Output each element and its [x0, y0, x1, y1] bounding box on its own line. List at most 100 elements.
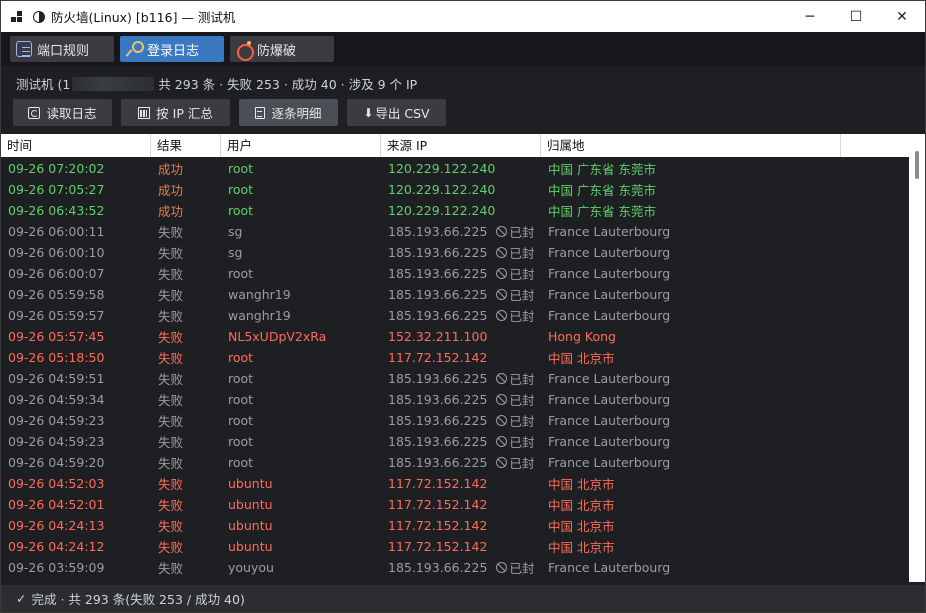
cell-time: 09-26 04:52:01 — [8, 497, 105, 512]
read-log-button[interactable]: 读取日志 — [13, 99, 112, 126]
banned-badge: 已封 — [496, 369, 534, 388]
cell-result: 失败 — [158, 267, 184, 282]
table-row[interactable]: 09-26 05:59:57 失败 wanghr19 185.193.66.225 已封… — [1, 305, 909, 326]
cell-source-ip: 117.72.152.142 — [381, 350, 541, 365]
table-row[interactable]: 09-26 06:00:10 失败 sg 185.193.66.225 已封 France… — [1, 242, 909, 263]
table-row[interactable]: 09-26 04:59:51 失败 root 185.193.66.225 已封 Fran… — [1, 368, 909, 389]
table-row[interactable]: 09-26 05:57:45 失败 NL5xUDpV2xRa 152.32.211.1… — [1, 326, 909, 347]
cell-result: 失败 — [158, 540, 184, 555]
cell-time: 09-26 06:00:10 — [8, 245, 105, 260]
table-row[interactable]: 09-26 04:52:01 失败 ubuntu 117.72.152.142 中国 北… — [1, 494, 909, 515]
ip-text: 185.193.66.225 — [388, 266, 488, 281]
table-row[interactable]: 09-26 04:52:03 失败 ubuntu 117.72.152.142 中国 北… — [1, 473, 909, 494]
ip-text: 185.193.66.225 — [388, 560, 488, 575]
cell-result: 失败 — [158, 372, 184, 387]
cell-result: 失败 — [158, 351, 184, 366]
table-row[interactable]: 09-26 04:59:23 失败 root 185.193.66.225 已封 Fran… — [1, 410, 909, 431]
tab-bar: 端口规则 登录日志 防爆破 — [1, 32, 925, 66]
cell-result: 失败 — [158, 414, 184, 429]
banned-label: 已封 — [509, 435, 535, 450]
close-button[interactable]: ✕ — [879, 1, 925, 32]
cell-result: 失败 — [158, 498, 184, 513]
cell-source-ip: 185.193.66.225 已封 — [381, 222, 541, 241]
table-row[interactable]: 09-26 06:00:11 失败 sg 185.193.66.225 已封 France… — [1, 221, 909, 242]
cell-user: NL5xUDpV2xRa — [228, 329, 327, 344]
cell-source-ip: 117.72.152.142 — [381, 518, 541, 533]
banned-badge: 已封 — [496, 222, 534, 241]
table-row[interactable]: 09-26 04:59:20 失败 root 185.193.66.225 已封 Fran… — [1, 452, 909, 473]
ip-text: 185.193.66.225 — [388, 287, 488, 302]
cell-result: 失败 — [158, 561, 184, 576]
ip-text: 117.72.152.142 — [388, 518, 488, 533]
refresh-icon — [28, 106, 41, 119]
cell-user: root — [228, 455, 254, 470]
cell-time: 09-26 04:59:23 — [8, 413, 105, 428]
ban-icon — [496, 268, 508, 279]
cell-location: France Lauterbourg — [548, 308, 671, 323]
summary-text: 共 293 条 · 失败 253 · 成功 40 · 涉及 9 个 IP — [158, 77, 418, 92]
table-row[interactable]: 09-26 04:59:34 失败 root 185.193.66.225 已封 Fran… — [1, 389, 909, 410]
column-header-user[interactable]: 用户 — [221, 134, 381, 157]
cell-location: France Lauterbourg — [548, 455, 671, 470]
cell-user: ubuntu — [228, 518, 273, 533]
banned-badge: 已封 — [496, 432, 534, 451]
tab-port-rules[interactable]: 端口规则 — [10, 36, 114, 62]
cell-source-ip: 120.229.122.240 — [381, 161, 541, 176]
cell-user: root — [228, 371, 254, 386]
cell-source-ip: 120.229.122.240 — [381, 182, 541, 197]
cell-user: sg — [228, 224, 243, 239]
column-header-source-ip[interactable]: 来源 IP — [381, 134, 541, 157]
cell-location: France Lauterbourg — [548, 413, 671, 428]
banned-label: 已封 — [509, 288, 535, 303]
cell-source-ip: 185.193.66.225 已封 — [381, 558, 541, 577]
group-by-ip-button[interactable]: 按 IP 汇总 — [121, 99, 230, 126]
login-log-table: 时间 结果 用户 来源 IP 归属地 09-26 07:20:02 成功 root 1… — [1, 134, 925, 582]
window-title: 防火墙(Linux) [b116] — 测试机 — [51, 10, 236, 25]
cell-location: 中国 广东省 东莞市 — [548, 204, 656, 219]
ban-icon — [496, 247, 508, 258]
minimize-button[interactable]: ─ — [787, 1, 833, 32]
banned-label: 已封 — [509, 561, 535, 576]
title-bar: 防火墙(Linux) [b116] — 测试机 ─ ☐ ✕ — [1, 1, 925, 32]
cell-result: 失败 — [158, 330, 184, 345]
tab-label: 登录日志 — [147, 43, 200, 59]
column-header-time[interactable]: 时间 — [1, 134, 151, 157]
table-row[interactable]: 09-26 07:20:02 成功 root 120.229.122.240 中国 广东… — [1, 158, 909, 179]
ban-icon — [496, 394, 508, 405]
cell-user: sg — [228, 245, 243, 260]
detail-button[interactable]: 逐条明细 — [239, 99, 338, 126]
button-label: 按 IP 汇总 — [156, 106, 213, 121]
cell-source-ip: 117.72.152.142 — [381, 476, 541, 491]
table-row[interactable]: 09-26 04:24:12 失败 ubuntu 117.72.152.142 中国 北… — [1, 536, 909, 557]
cell-user: wanghr19 — [228, 308, 291, 323]
table-row[interactable]: 09-26 03:59:09 失败 youyou 185.193.66.225 已封 Fr… — [1, 557, 909, 578]
column-header-location[interactable]: 归属地 — [541, 134, 841, 157]
table-row[interactable]: 09-26 06:43:52 成功 root 120.229.122.240 中国 广东… — [1, 200, 909, 221]
cell-location: 中国 北京市 — [548, 519, 615, 534]
table-row[interactable]: 09-26 07:05:27 成功 root 120.229.122.240 中国 广东… — [1, 179, 909, 200]
table-row[interactable]: 09-26 06:00:07 失败 root 185.193.66.225 已封 Fran… — [1, 263, 909, 284]
cell-location: Hong Kong — [548, 329, 616, 344]
tab-login-log[interactable]: 登录日志 — [120, 36, 224, 62]
ip-text: 185.193.66.225 — [388, 434, 488, 449]
cell-source-ip: 117.72.152.142 — [381, 497, 541, 512]
table-row[interactable]: 09-26 05:18:50 失败 root 117.72.152.142 中国 北京市 — [1, 347, 909, 368]
cell-time: 09-26 04:24:13 — [8, 518, 105, 533]
maximize-button[interactable]: ☐ — [833, 1, 879, 32]
column-header-result[interactable]: 结果 — [151, 134, 221, 157]
cell-location: 中国 北京市 — [548, 540, 615, 555]
table-row[interactable]: 09-26 05:59:58 失败 wanghr19 185.193.66.225 已封… — [1, 284, 909, 305]
ip-text: 185.193.66.225 — [388, 308, 488, 323]
scrollbar-thumb[interactable] — [915, 151, 919, 179]
cell-user: root — [228, 161, 254, 176]
vertical-scrollbar[interactable] — [909, 134, 925, 582]
app-grid-icon — [11, 10, 25, 24]
table-row[interactable]: 09-26 04:59:23 失败 root 185.193.66.225 已封 Fran… — [1, 431, 909, 452]
export-csv-button[interactable]: ⬇ 导出 CSV — [347, 99, 446, 126]
cell-time: 09-26 05:18:50 — [8, 350, 105, 365]
tab-anti-bruteforce[interactable]: 防爆破 — [230, 36, 334, 62]
cell-result: 失败 — [158, 246, 184, 261]
ban-icon — [496, 415, 508, 426]
banned-badge: 已封 — [496, 306, 534, 325]
table-row[interactable]: 09-26 04:24:13 失败 ubuntu 117.72.152.142 中国 北… — [1, 515, 909, 536]
